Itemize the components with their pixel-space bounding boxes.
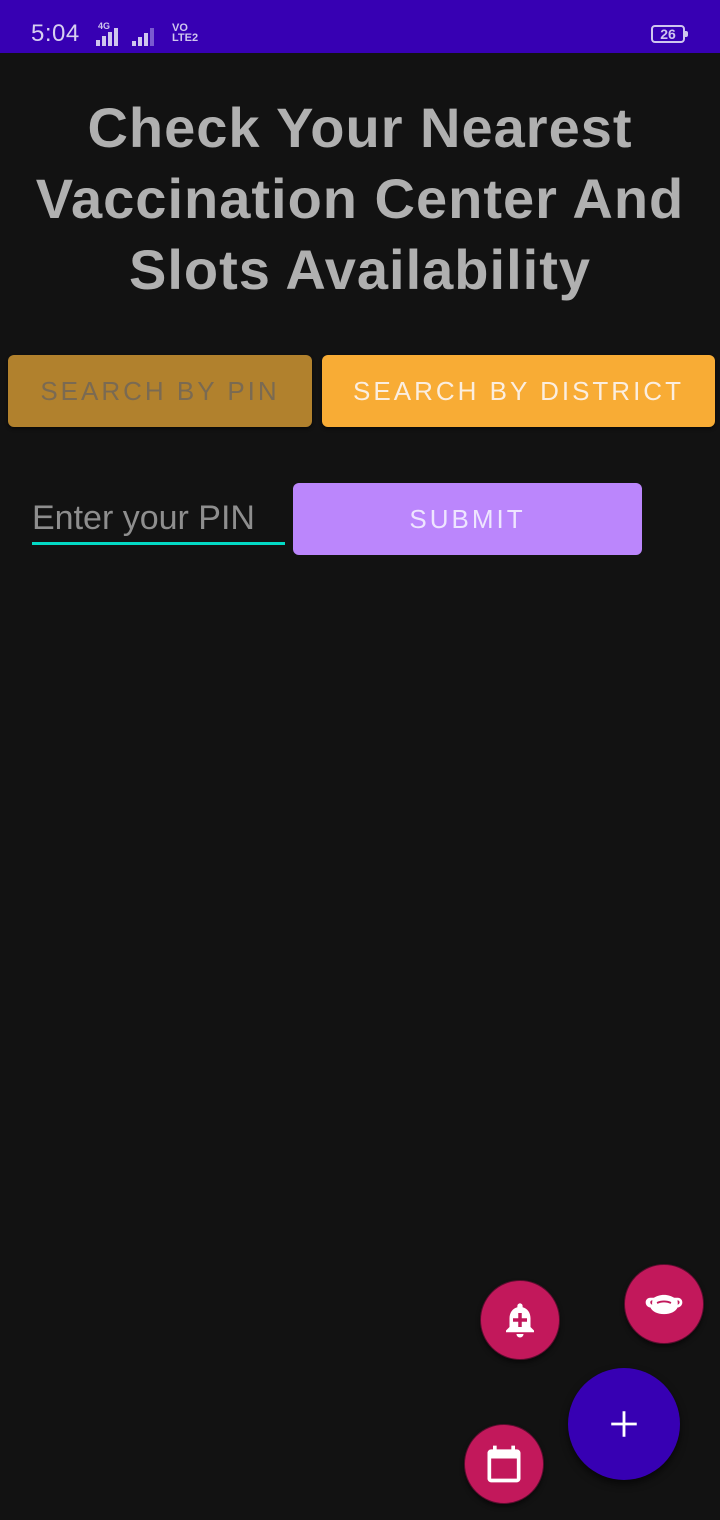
mask-icon <box>645 1294 683 1315</box>
battery-level: 26 <box>660 26 676 42</box>
status-time: 5:04 <box>31 20 80 47</box>
page-title: Check Your Nearest Vaccination Center An… <box>35 96 685 301</box>
plus-icon <box>611 1411 637 1437</box>
calendar-icon <box>487 1445 521 1483</box>
battery-icon: 26 <box>651 25 688 43</box>
pin-input[interactable] <box>32 494 285 545</box>
notification-add-icon <box>506 1303 534 1338</box>
volte-icon: VO LTE2 <box>172 23 199 44</box>
search-by-pin-button[interactable]: SEARCH BY PIN <box>8 355 312 427</box>
status-bar: 5:04 4G VO LTE2 26 <box>0 0 720 53</box>
submit-button[interactable]: SUBMIT <box>293 483 642 555</box>
calendar-fab[interactable] <box>464 1424 544 1504</box>
network-type-label: 4G <box>98 21 111 31</box>
add-fab-button[interactable] <box>568 1368 680 1480</box>
volte-label-bottom: LTE2 <box>172 32 199 44</box>
search-by-district-button[interactable]: SEARCH BY DISTRICT <box>322 355 715 427</box>
notification-fab[interactable] <box>480 1280 560 1360</box>
mask-fab[interactable] <box>624 1264 704 1344</box>
